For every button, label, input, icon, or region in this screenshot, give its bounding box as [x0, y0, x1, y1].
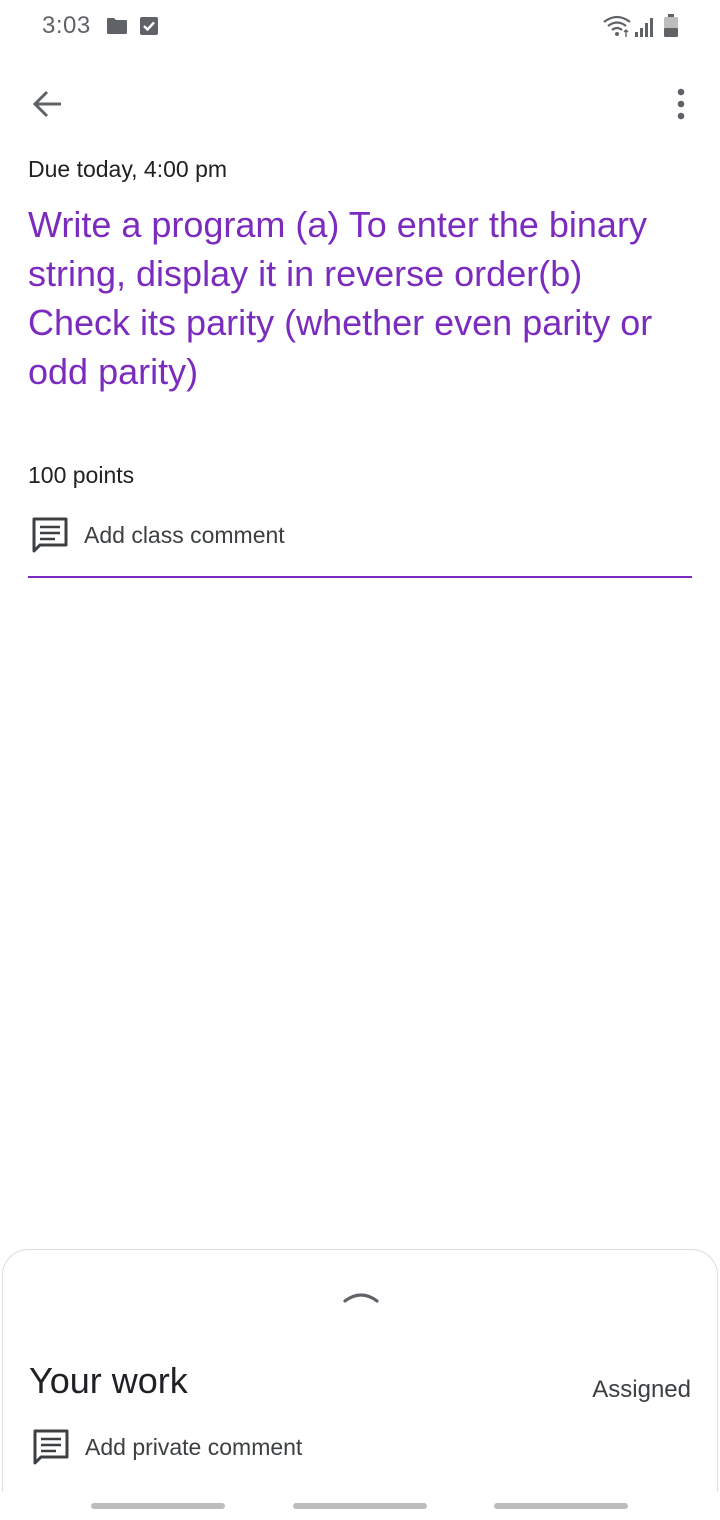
- checkbox-icon: [140, 17, 158, 35]
- signal-icon: [635, 18, 653, 37]
- add-private-comment-button[interactable]: Add private comment: [29, 1420, 429, 1476]
- arrow-back-icon: [32, 90, 61, 118]
- assignment-title: Write a program (a) To enter the binary …: [28, 204, 653, 392]
- comment-icon: [32, 517, 68, 553]
- navigation-bar: [0, 1492, 720, 1520]
- due-date: Due today, 4:00 pm: [28, 156, 228, 182]
- your-work-heading: Your work: [29, 1360, 188, 1401]
- chevron-up-icon[interactable]: [339, 1286, 383, 1308]
- wifi-icon: [603, 15, 631, 37]
- more-options-button[interactable]: [656, 78, 706, 130]
- battery-icon: [664, 14, 678, 37]
- status-badge: Assigned: [592, 1376, 691, 1403]
- add-class-comment-button[interactable]: Add class comment: [28, 508, 692, 578]
- more-vert-icon: [677, 88, 685, 120]
- nav-home-button[interactable]: [293, 1503, 427, 1509]
- nav-recents-button[interactable]: [91, 1503, 225, 1509]
- add-class-comment-label: Add class comment: [84, 522, 285, 548]
- your-work-sheet: Your work Assigned Add private comment: [2, 1249, 718, 1520]
- nav-back-button[interactable]: [494, 1503, 628, 1509]
- comment-icon: [33, 1429, 69, 1465]
- status-bar: 3:03: [0, 0, 720, 56]
- status-time: 3:03: [42, 12, 91, 39]
- screen: 3:03 Due today, 4:00 pm Write a program …: [0, 0, 720, 1520]
- back-button[interactable]: [22, 78, 74, 130]
- add-private-comment-label: Add private comment: [85, 1434, 303, 1460]
- points: 100 points: [28, 462, 135, 488]
- folder-icon: [107, 18, 127, 34]
